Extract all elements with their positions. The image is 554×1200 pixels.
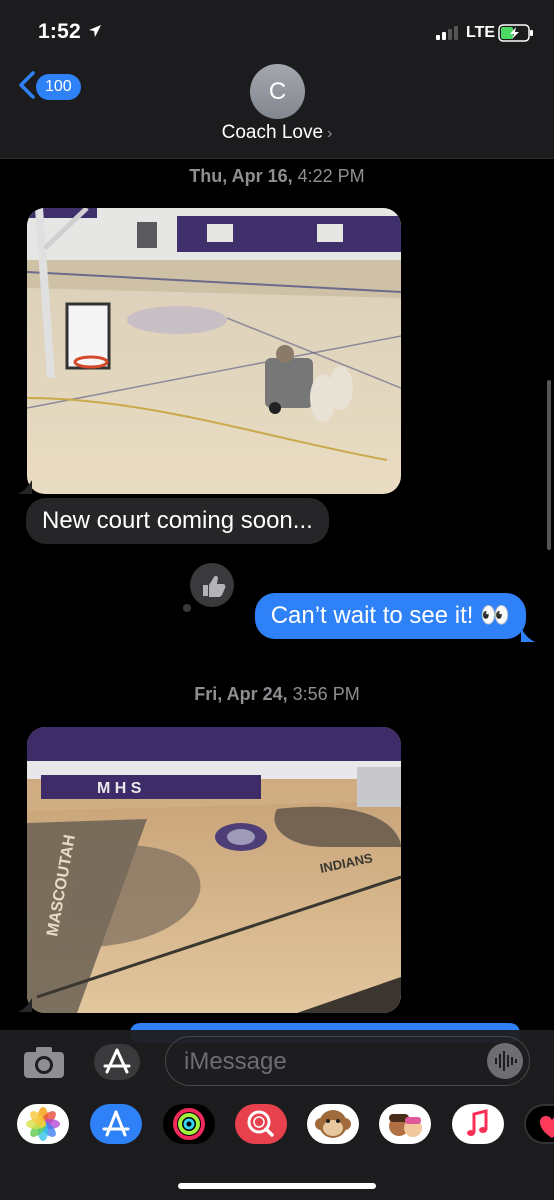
timestamp-day: Fri, Apr 24, [194, 684, 288, 704]
timestamp-header: Thu, Apr 16, 4:22 PM [0, 166, 554, 187]
banner-text: M H S [97, 780, 142, 797]
location-arrow-icon [89, 25, 101, 37]
photos-app-icon[interactable] [17, 1104, 69, 1144]
signal-icon [436, 26, 458, 40]
imessage-input[interactable] [182, 1045, 486, 1079]
unread-count-badge[interactable]: 100 [36, 74, 81, 100]
network-label: LTE [466, 24, 496, 41]
timestamp-day: Thu, Apr 16, [189, 166, 293, 186]
waveform-icon [495, 1051, 517, 1071]
camera-icon[interactable] [22, 1044, 66, 1080]
contact-name-button[interactable]: Coach Love › [0, 122, 554, 144]
scroll-indicator [547, 380, 551, 550]
tapback-reaction[interactable] [190, 563, 234, 607]
app-store-button[interactable] [94, 1044, 140, 1080]
conversation-header: 100 C Coach Love › [0, 60, 554, 159]
memoji-icon[interactable] [379, 1104, 431, 1144]
received-message-bubble[interactable]: New court coming soon... [26, 498, 329, 544]
status-bar: 1:52 LTE [0, 0, 554, 60]
finished-basketball-court-photo[interactable]: M H S MASCOUTAH INDIANS [27, 727, 401, 1013]
message-input-bar [0, 1030, 554, 1096]
animoji-monkey-icon[interactable] [307, 1104, 359, 1144]
status-time: 1:52 [38, 20, 81, 43]
battery-charging-icon [498, 24, 533, 42]
app-store-app-icon[interactable] [90, 1104, 142, 1144]
activity-app-icon[interactable] [163, 1104, 215, 1144]
app-drawer [0, 1096, 554, 1200]
digital-touch-app-icon[interactable] [524, 1104, 554, 1144]
bubble-tail-icon [18, 480, 32, 494]
audio-message-button[interactable] [487, 1043, 523, 1079]
contact-avatar[interactable]: C [250, 64, 305, 119]
app-store-icon [103, 1048, 131, 1074]
contact-name: Coach Love [221, 122, 324, 143]
timestamp-header: Fri, Apr 24, 3:56 PM [0, 684, 554, 705]
gym-floor-sanding-photo[interactable] [27, 208, 401, 494]
image-search-app-icon[interactable] [235, 1104, 287, 1144]
back-chevron-icon[interactable] [16, 70, 38, 100]
sent-message-bubble[interactable]: Can’t wait to see it! 👀 [254, 593, 526, 639]
music-app-icon[interactable] [452, 1104, 504, 1144]
bubble-tail-icon [18, 998, 32, 1012]
bubble-tail-icon [521, 628, 535, 642]
message-field[interactable] [165, 1036, 530, 1086]
timestamp-time: 4:22 PM [292, 166, 365, 186]
timestamp-time: 3:56 PM [287, 684, 360, 704]
thumbs-up-icon [203, 575, 226, 597]
home-indicator[interactable] [178, 1183, 376, 1189]
tapback-tail [183, 604, 191, 612]
chevron-right-icon: › [327, 125, 333, 142]
